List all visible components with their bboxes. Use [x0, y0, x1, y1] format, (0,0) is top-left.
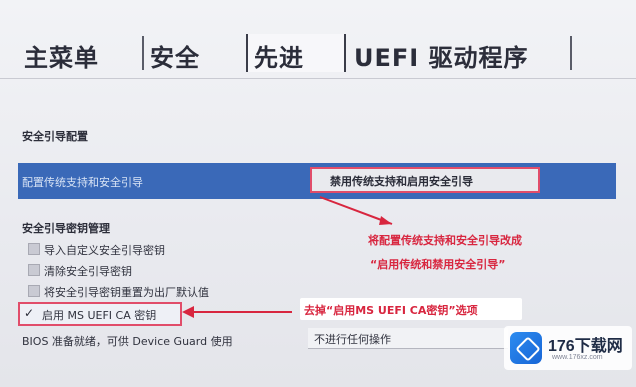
- watermark-name: 176下载网: [548, 338, 623, 355]
- annotation-note-1-line-2: “启用传统和禁用安全引导”: [370, 258, 506, 271]
- box-logo-icon: [510, 332, 542, 364]
- arrow-head-1: [379, 216, 392, 225]
- annotation-note-1-line-1: 将配置传统支持和安全引导改成: [368, 234, 522, 247]
- watermark-logo: 176下载网 www.176xz.com: [504, 326, 632, 370]
- watermark-url: www.176xz.com: [552, 354, 603, 361]
- annotation-note-2: 去掉“启用MS UEFI CA密钥”选项: [304, 304, 478, 317]
- arrow-head-2: [182, 306, 194, 318]
- bios-screen: 主菜单 安全 先进 UEFI 驱动程序 安全引导配置 配置传统支持和安全引导 禁…: [0, 0, 636, 387]
